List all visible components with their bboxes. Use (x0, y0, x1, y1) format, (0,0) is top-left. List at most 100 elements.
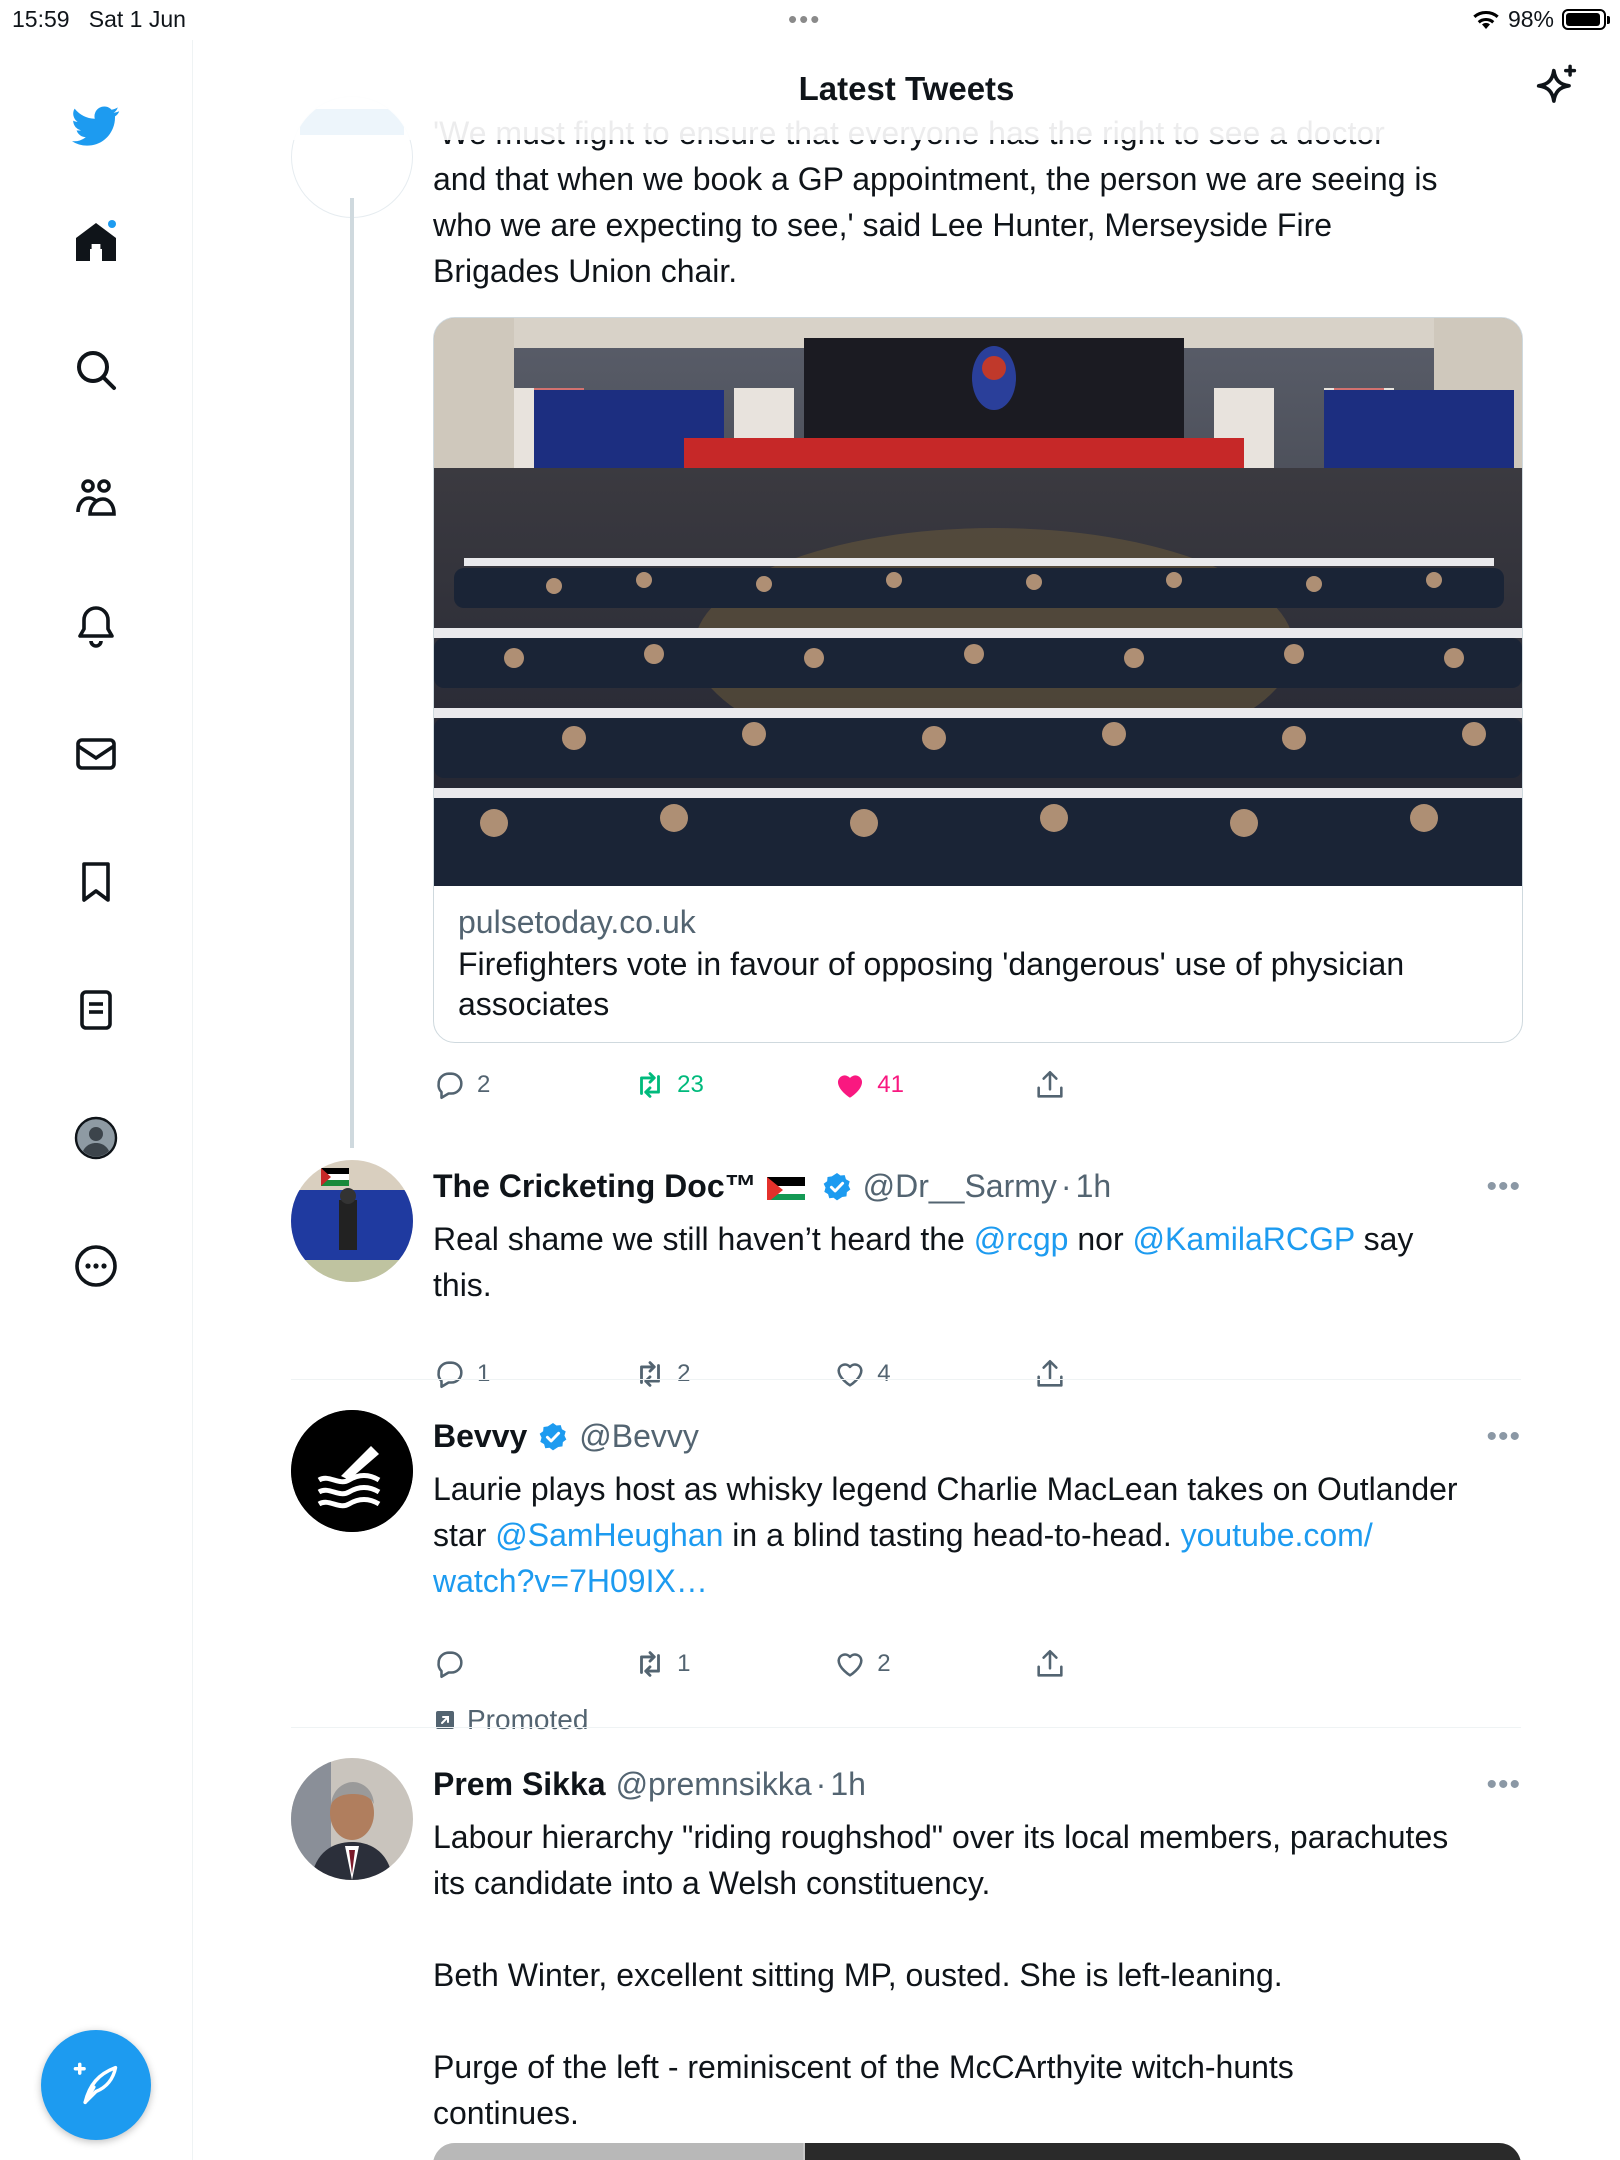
like-button[interactable]: 4 (833, 1354, 1033, 1394)
tweet-text-line (433, 1998, 1523, 2044)
like-button[interactable]: 2 (833, 1644, 1033, 1684)
mention-link[interactable]: @SamHeughan (495, 1517, 723, 1553)
like-count: 4 (877, 1360, 891, 1387)
tweet-pulse[interactable]: 'We must fight to ensure that everyone h… (291, 40, 1523, 1160)
retweet-icon (640, 1072, 661, 1098)
url-link[interactable]: watch?v=7H09IX… (433, 1558, 1523, 1604)
retweet-button[interactable]: 23 (633, 1065, 833, 1105)
tweet-text: Laurie plays host as whisky legend Charl… (433, 1466, 1523, 1604)
like-button[interactable]: 41 (833, 1065, 1033, 1105)
top-header: Latest Tweets (193, 40, 1620, 140)
mention-link[interactable]: @KamilaRCGP (1133, 1221, 1355, 1257)
handle[interactable]: @Dr__Sarmy (863, 1168, 1057, 1205)
card-image (434, 318, 1522, 886)
tweet-header: Bevvy @Bevvy (433, 1418, 699, 1455)
retweet-button[interactable]: 2 (633, 1354, 833, 1394)
tweet-divider (291, 1727, 1521, 1728)
compose-tweet-button[interactable] (41, 2030, 151, 2140)
promoted-label: Promoted (433, 1704, 588, 1736)
compose-feather-icon (73, 2062, 118, 2105)
share-icon (1037, 1649, 1063, 1677)
reply-button[interactable]: 2 (433, 1065, 633, 1105)
display-name[interactable]: Bevvy (433, 1418, 527, 1455)
tweet-text: Real shame we still haven’t heard the @r… (433, 1221, 1414, 1303)
share-button[interactable] (1033, 1065, 1073, 1105)
tweet-prem-sikka[interactable]: Prem Sikka @premnsikka · 1h ••• Labour h… (291, 1758, 1521, 2160)
sparkle-icon[interactable] (1530, 62, 1582, 114)
avatar[interactable] (291, 1410, 413, 1532)
retweet-icon (640, 1651, 661, 1677)
nav-profile-avatar-icon[interactable] (60, 1102, 132, 1174)
verified-badge-icon (539, 1422, 567, 1450)
status-time-date: 15:59 Sat 1 Jun (12, 6, 186, 32)
avatar[interactable] (291, 1160, 413, 1282)
link-card[interactable]: pulsetoday.co.uk Firefighters vote in fa… (433, 317, 1523, 1043)
like-count: 2 (877, 1650, 891, 1677)
separator: · (815, 1766, 827, 1802)
retweet-icon (640, 1361, 661, 1387)
tweet-actions: 1 2 4 (433, 1354, 1073, 1394)
tweet-bevvy-promoted[interactable]: Bevvy @Bevvy ••• Laurie plays host as wh… (291, 1410, 1523, 1735)
tweet-text-line: and that when we book a GP appointment, … (433, 161, 1438, 197)
nav-messages-icon[interactable] (60, 718, 132, 790)
reply-icon (437, 1651, 463, 1679)
nav-notifications-icon[interactable] (60, 590, 132, 662)
share-icon (1037, 1359, 1063, 1387)
sidebar (0, 40, 193, 2160)
tweet-text-line: Purge of the left - reminiscent of the M… (433, 2049, 1294, 2085)
display-name[interactable]: The Cricketing Doc™ (433, 1168, 757, 1205)
twitter-logo-icon[interactable] (60, 90, 132, 162)
reply-icon (437, 1361, 463, 1389)
retweet-count: 2 (677, 1360, 691, 1387)
tweet-actions: 1 2 (433, 1644, 1073, 1684)
page-title: Latest Tweets (798, 70, 1015, 107)
timeline-feed[interactable]: 'We must fight to ensure that everyone h… (193, 40, 1620, 2160)
tweet-media[interactable] (433, 2143, 1521, 2160)
tweet-text-line: Beth Winter, excellent sitting MP, ouste… (433, 1957, 1283, 1993)
share-button[interactable] (1033, 1354, 1073, 1394)
nav-search-icon[interactable] (60, 334, 132, 406)
separator: · (1060, 1168, 1072, 1204)
nav-more-icon[interactable] (60, 1230, 132, 1302)
tweet-text-line: Brigades Union chair. (433, 253, 738, 289)
retweet-count: 1 (677, 1650, 691, 1677)
tweet-cricketing-doc[interactable]: The Cricketing Doc™ @Dr__Sarmy · 1h ••• … (291, 1160, 1521, 1420)
mention-link[interactable]: @rcgp (974, 1221, 1069, 1257)
like-count: 41 (877, 1071, 904, 1098)
more-options-icon[interactable]: ••• (1486, 1170, 1521, 1204)
handle[interactable]: @Bevvy (579, 1418, 699, 1455)
tweet-text-line: Labour hierarchy "riding roughshod" over… (433, 1819, 1449, 1855)
wifi-icon (1473, 10, 1499, 29)
tweet-header: Prem Sikka @premnsikka · 1h (433, 1766, 866, 1803)
battery-icon (1562, 9, 1610, 30)
card-title: Firefighters vote in favour of opposing … (458, 946, 1405, 1022)
url-link[interactable]: youtube.com/ (1181, 1517, 1373, 1553)
nav-home-icon[interactable] (60, 206, 132, 278)
reply-count: 1 (477, 1360, 491, 1387)
reply-button[interactable] (433, 1644, 633, 1684)
timestamp[interactable]: 1h (830, 1766, 866, 1803)
tweet-text-line: its candidate into a Welsh constituency. (433, 1865, 991, 1901)
timestamp[interactable]: 1h (1076, 1168, 1112, 1205)
heart-icon (837, 1363, 863, 1387)
more-options-icon[interactable]: ••• (1486, 1420, 1521, 1454)
display-name[interactable]: Prem Sikka (433, 1766, 606, 1803)
reply-count: 2 (477, 1071, 491, 1098)
share-button[interactable] (1033, 1644, 1073, 1684)
tweet-header: The Cricketing Doc™ @Dr__Sarmy · 1h (433, 1168, 1111, 1205)
reply-button[interactable]: 1 (433, 1354, 633, 1394)
multitasking-dots[interactable]: ••• (788, 4, 821, 35)
palestine-flag-icon (766, 1174, 805, 1200)
tweet-text-line: who we are expecting to see,' said Lee H… (433, 207, 1333, 243)
thread-line (350, 198, 354, 1148)
status-right: 98% (1472, 6, 1610, 33)
avatar[interactable] (291, 1758, 413, 1880)
reply-icon (437, 1072, 463, 1100)
retweet-button[interactable]: 1 (633, 1644, 833, 1684)
more-options-icon[interactable]: ••• (1486, 1768, 1521, 1802)
nav-lists-icon[interactable] (60, 974, 132, 1046)
handle[interactable]: @premnsikka (616, 1766, 812, 1803)
nav-bookmarks-icon[interactable] (60, 846, 132, 918)
nav-communities-icon[interactable] (60, 462, 132, 534)
tweet-text-line: continues. (433, 2095, 579, 2131)
